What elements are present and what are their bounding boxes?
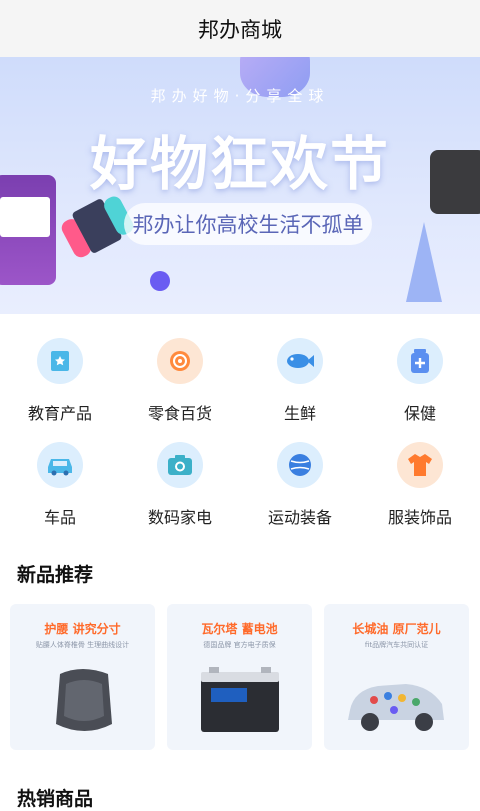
category-item-car[interactable]: 车品 (0, 430, 120, 530)
car-icon (37, 442, 83, 488)
product-subtitle: fit品牌汽车共同认证 (364, 641, 429, 649)
lumbar-pillow-image (56, 669, 112, 731)
banner-tagline: 邦办好物·分享全球 (150, 87, 330, 105)
category-grid: 教育产品 零食百货 生鲜 保健 车品 数码家电 运动装备 服装饰品 (0, 314, 480, 540)
camera-icon (157, 442, 203, 488)
book-star-icon (37, 338, 83, 384)
banner-tower-decoration (406, 222, 442, 302)
category-label: 教育产品 (27, 404, 92, 423)
tshirt-icon (397, 442, 443, 488)
category-item-digital[interactable]: 数码家电 (120, 430, 240, 530)
product-name: 长城油 原厂范儿 (352, 622, 441, 636)
product-name: 瓦尔塔 蓄电池 (201, 622, 278, 636)
product-card-lumbar-pillow[interactable]: 护腰 讲究分寸 贴腰人体脊椎骨 生理曲线设计 (10, 604, 155, 750)
product-subtitle: 贴腰人体脊椎骨 生理曲线设计 (35, 641, 130, 649)
category-item-education[interactable]: 教育产品 (0, 326, 120, 426)
new-products-list: 护腰 讲究分寸 贴腰人体脊椎骨 生理曲线设计 瓦尔塔 蓄电池 德国品牌 官方电子… (10, 604, 470, 750)
banner-headline: 好物狂欢节 (89, 130, 390, 198)
category-label: 生鲜 (283, 404, 316, 423)
category-label: 零食百货 (147, 404, 212, 423)
category-item-health[interactable]: 保健 (360, 326, 480, 426)
category-item-apparel[interactable]: 服装饰品 (360, 430, 480, 530)
category-label: 服装饰品 (387, 508, 452, 527)
product-card-engine-oil[interactable]: 长城油 原厂范儿 fit品牌汽车共同认证 (324, 604, 469, 750)
product-name: 护腰 讲究分寸 (44, 622, 121, 636)
category-label: 车品 (43, 508, 76, 527)
product-subtitle: 德国品牌 官方电子质保 (203, 641, 276, 649)
category-label: 运动装备 (267, 508, 332, 527)
promo-banner[interactable]: 邦办好物·分享全球 好物狂欢节 邦办让你高校生活不孤单 (0, 57, 480, 314)
new-products-title: 新品推荐 (17, 564, 94, 586)
app-header: 邦办商城 (0, 0, 480, 57)
category-label: 保健 (403, 404, 436, 423)
product-card-battery[interactable]: 瓦尔塔 蓄电池 德国品牌 官方电子质保 (167, 604, 312, 750)
banner-slogan: 邦办让你高校生活不孤单 (124, 203, 372, 245)
category-label: 数码家电 (147, 508, 212, 527)
fish-icon (277, 338, 323, 384)
battery-image (201, 667, 279, 732)
category-item-fresh[interactable]: 生鲜 (240, 326, 360, 426)
car-logos-image (348, 684, 444, 731)
category-item-sports[interactable]: 运动装备 (240, 430, 360, 530)
snack-icon (157, 338, 203, 384)
hot-products-title: 热销商品 (17, 788, 94, 810)
medicine-bottle-icon (397, 338, 443, 384)
category-item-snacks[interactable]: 零食百货 (120, 326, 240, 426)
page-title: 邦办商城 (198, 17, 282, 42)
banner-pin-decoration (150, 271, 170, 291)
ball-icon (277, 442, 323, 488)
